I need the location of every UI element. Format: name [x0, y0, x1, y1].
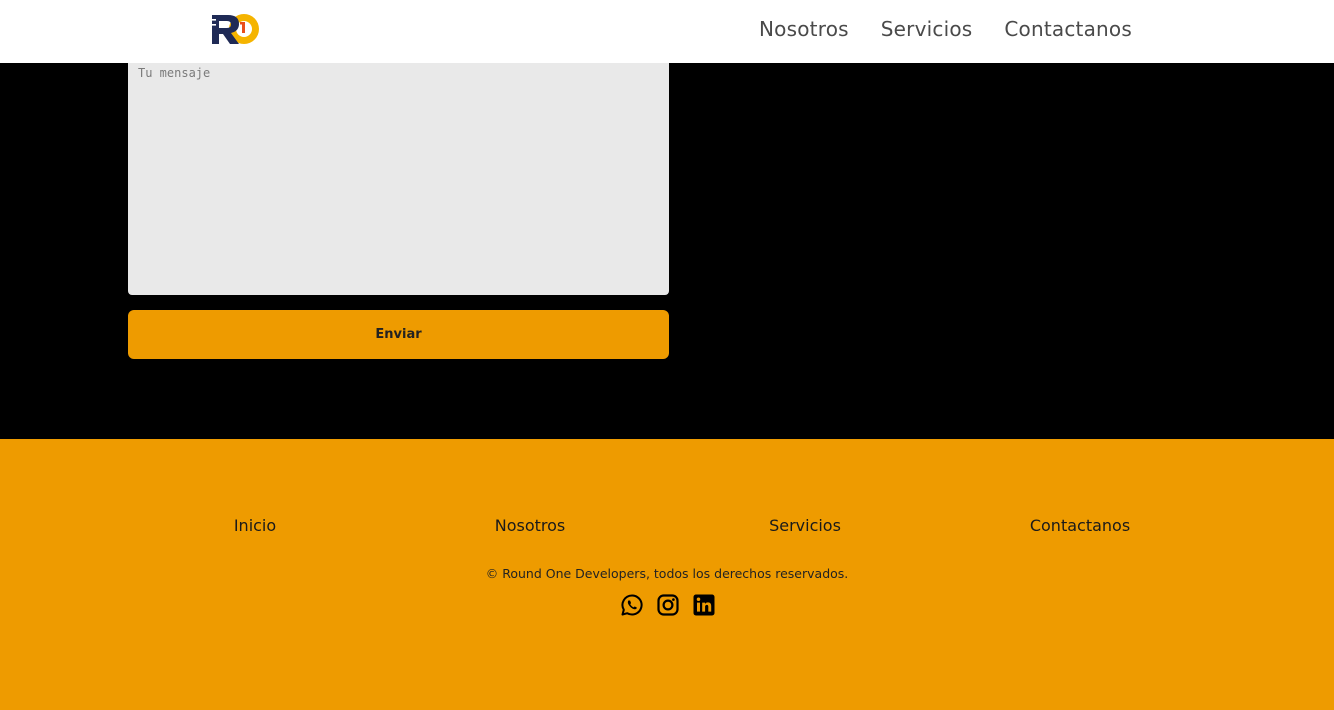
main-nav: Nosotros Servicios Contactanos [759, 17, 1132, 41]
copyright-text: © Round One Developers, todos los derech… [485, 566, 849, 581]
footer-link-nosotros[interactable]: Nosotros [495, 516, 566, 535]
site-header: Nosotros Servicios Contactanos [0, 0, 1334, 63]
social-links [620, 593, 716, 617]
instagram-icon[interactable] [656, 593, 680, 617]
nav-link-contactanos[interactable]: Contactanos [1004, 17, 1132, 41]
whatsapp-icon[interactable] [620, 593, 644, 617]
footer-nav: Inicio Nosotros Servicios Contactanos [0, 516, 1334, 540]
round-one-logo[interactable] [206, 11, 260, 47]
contact-section: Enviar [0, 63, 1334, 439]
footer-link-inicio[interactable]: Inicio [234, 516, 276, 535]
linkedin-icon[interactable] [692, 593, 716, 617]
site-footer: Inicio Nosotros Servicios Contactanos © … [0, 439, 1334, 710]
footer-link-servicios[interactable]: Servicios [769, 516, 841, 535]
nav-link-servicios[interactable]: Servicios [881, 17, 973, 41]
submit-button[interactable]: Enviar [128, 310, 669, 359]
nav-link-nosotros[interactable]: Nosotros [759, 17, 849, 41]
footer-link-contactanos[interactable]: Contactanos [1030, 516, 1130, 535]
message-textarea[interactable] [128, 63, 669, 295]
